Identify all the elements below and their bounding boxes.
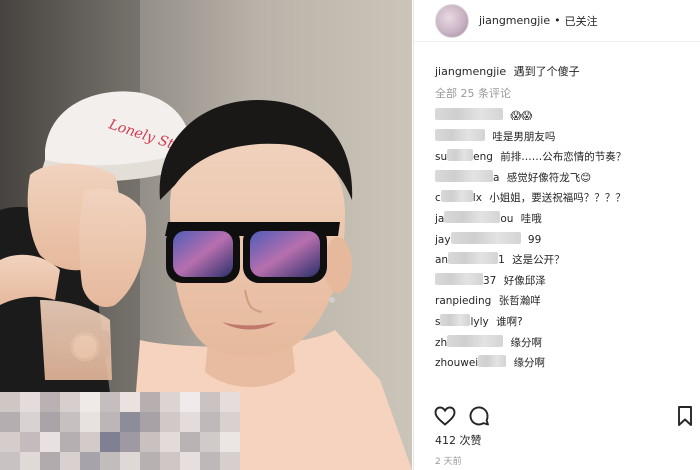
post-header: jiangmengjie • 已关注 [414,0,700,42]
comment-username-blurred [447,334,504,347]
comment-row: 37 好像邱泽 [435,272,697,294]
likes-count[interactable]: 412 次赞 [435,432,482,448]
comment-text: 好像邱泽 [503,274,546,287]
comment-row: 😱😱 [435,108,697,129]
comment-row: jay 99 [435,231,697,253]
comment-text: 前排……公布恋情的节奏？ [500,151,627,164]
comment-username-blurred [435,169,493,182]
comment-username-blurred [444,210,501,223]
comment-text: 小姐姐，要送祝福吗？？？？ [489,192,626,205]
comment-username[interactable]: an [435,254,448,266]
post-actions [433,404,697,428]
heart-icon[interactable] [433,404,457,428]
comment-row: s lyly 谁啊? [435,313,697,335]
comments-list: jiangmengjie 遇到了个傻子 全部 25 条评论 😱😱 哇是男朋友吗 … [435,64,697,376]
comment-text: 谁啊? [496,315,523,328]
post-caption: jiangmengjie 遇到了个傻子 [435,64,697,86]
header-username[interactable]: jiangmengjie [479,14,550,27]
comment-username[interactable]: su [435,151,447,163]
comment-text: 哇哦 [520,212,542,225]
comment-username-blurred [450,231,521,244]
comment-row: ranpieding 张哲瀚咩 [435,293,697,314]
view-all-comments-link[interactable]: 全部 25 条评论 [435,86,697,108]
comment-username-blurred [440,190,473,203]
comment-username-blurred [435,272,483,285]
comment-username[interactable]: ranpieding [435,295,491,307]
comment-username-tail[interactable]: lyly [470,316,488,328]
comment-text: 缘分啊 [510,336,543,349]
comment-username[interactable]: zh [435,337,447,349]
comment-text: 这是公开？ [512,254,565,267]
comment-username-tail[interactable]: 37 [483,275,496,287]
bookmark-icon[interactable] [673,404,697,428]
comment-text: 缘分啊 [513,357,546,370]
comment-username-blurred [440,313,471,326]
comment-row: zhouwei 缘分啊 [435,355,697,376]
comment-row: zh 缘分啊 [435,334,697,356]
comment-username-blurred [448,252,499,265]
comment-row: c lx 小姐姐，要送祝福吗？？？？ [435,190,697,211]
comment-text: 99 [527,233,542,246]
comment-row: 哇是男朋友吗 [435,128,697,150]
comment-text: 感觉好像符龙飞😊 [506,171,592,184]
comment-username-tail[interactable]: lx [473,192,482,204]
comment-username-tail[interactable]: 1 [498,254,505,266]
avatar[interactable] [435,3,469,38]
comment-username-tail[interactable]: a [493,172,499,184]
caption-username[interactable]: jiangmengjie [435,65,506,78]
comment-row: ja ou 哇哦 [435,210,697,232]
post-timestamp: 2 天前 [435,457,462,467]
caption-text: 遇到了个傻子 [513,65,580,78]
comment-text: 😱😱 [510,110,533,122]
comment-text: 哇是男朋友吗 [492,130,556,143]
comment-text: 张哲瀚咩 [498,295,541,308]
comment-bubble-icon[interactable] [467,404,491,428]
comment-username-blurred [435,108,503,120]
comment-username-tail[interactable]: ou [500,213,513,225]
comment-row: su eng 前排……公布恋情的节奏？ [435,149,697,170]
follow-status-button[interactable]: 已关注 [565,13,598,29]
comment-username[interactable]: zhouwei [435,357,478,369]
comment-username-tail[interactable]: eng [473,151,493,163]
comment-username[interactable]: jay [435,234,451,246]
photo-blur-mosaic [0,392,240,470]
comment-row: an 1 这是公开？ [435,252,697,273]
comment-row: a 感觉好像符龙飞😊 [435,169,697,191]
post-side-panel: jiangmengjie • 已关注 jiangmengjie 遇到了个傻子 全… [413,0,700,470]
comment-username-blurred [447,149,474,162]
comment-username-blurred [435,128,485,141]
post-photo: Lonely Stars [0,0,412,470]
comment-username[interactable]: ja [435,213,444,225]
header-separator: • [554,14,561,27]
comment-username-blurred [478,355,507,368]
comment-username[interactable]: c [435,192,441,204]
